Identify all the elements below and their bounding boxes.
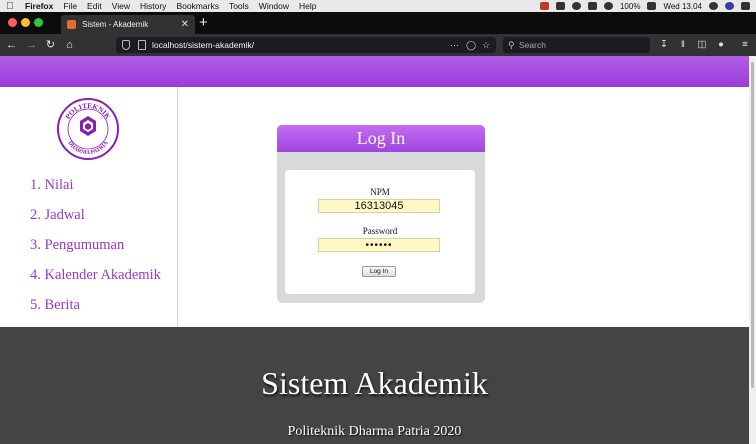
menu-clock[interactable]: Wed 13.04 [663, 2, 702, 11]
new-tab-icon[interactable]: + [199, 14, 208, 32]
menu-view[interactable]: View [107, 0, 135, 12]
control-center-icon[interactable] [741, 2, 750, 10]
menu-bookmarks[interactable]: Bookmarks [171, 0, 224, 12]
nav-item-pengumuman[interactable]: 3. Pengumuman [30, 230, 161, 260]
menu-history[interactable]: History [135, 0, 171, 12]
home-icon[interactable]: ⌂ [62, 37, 77, 53]
main-nav: 1. Nilai 2. Jadwal 3. Pengumuman 4. Kale… [30, 170, 161, 320]
ellipsis-icon[interactable]: ⋯ [450, 37, 459, 53]
hamburger-menu-icon[interactable]: ≡ [738, 37, 752, 53]
tracking-shield-icon[interactable] [122, 40, 130, 50]
browser-toolbar: ← → ↻ ⌂ localhost/sistem-akademik/ ⋯ ◯ ☆… [0, 34, 756, 56]
app-status-icon[interactable] [539, 2, 549, 10]
footer-title: Sistem Akademik [261, 365, 488, 401]
browser-tab-active[interactable]: Sistem - Akademik ✕ [61, 15, 195, 34]
menu-window[interactable]: Window [254, 0, 294, 12]
login-form: NPM Password Log In [285, 170, 475, 294]
battery-icon[interactable] [647, 2, 657, 10]
menu-app-name[interactable]: Firefox [20, 0, 58, 12]
reload-icon[interactable]: ↻ [43, 37, 58, 53]
spotlight-search-icon[interactable] [709, 2, 718, 10]
tab-title: Sistem - Akademik [82, 20, 149, 29]
back-arrow-icon[interactable]: ← [4, 37, 19, 53]
download-icon[interactable]: ↧ [657, 37, 671, 53]
login-title: Log In [277, 125, 485, 152]
user-avatar-icon[interactable] [725, 2, 734, 10]
bluetooth-icon[interactable] [571, 2, 581, 10]
account-icon[interactable]: ● [714, 37, 728, 53]
page-info-icon[interactable] [138, 40, 146, 50]
nav-item-nilai[interactable]: 1. Nilai [30, 170, 161, 200]
close-tab-icon[interactable]: ✕ [181, 19, 189, 30]
sidebar: POLITEKNIK DHARMA PATRIA 1. Nilai 2. Jad… [0, 87, 178, 327]
star-icon[interactable]: ☆ [482, 37, 490, 53]
forward-arrow-icon[interactable]: → [24, 37, 39, 53]
search-icon: ⚲ [508, 40, 515, 50]
url-text[interactable]: localhost/sistem-akademik/ [152, 37, 254, 53]
nav-item-jadwal[interactable]: 2. Jadwal [30, 200, 161, 230]
battery-percent: 100% [619, 1, 641, 11]
password-field[interactable] [318, 238, 440, 252]
menu-help[interactable]: Help [294, 0, 321, 12]
search-bar[interactable]: ⚲ [503, 37, 650, 53]
window-minimize-button[interactable] [21, 18, 30, 27]
menu-tools[interactable]: Tools [224, 0, 254, 12]
window-zoom-button[interactable] [34, 18, 43, 27]
npm-field[interactable] [318, 199, 440, 213]
wifi-icon[interactable] [587, 2, 597, 10]
npm-label: NPM [370, 187, 390, 197]
page-viewport: POLITEKNIK DHARMA PATRIA 1. Nilai 2. Jad… [0, 56, 749, 444]
nav-item-berita[interactable]: 5. Berita [30, 290, 161, 320]
menu-file[interactable]: File [58, 0, 82, 12]
display-icon[interactable] [555, 2, 565, 10]
header-band [0, 56, 749, 87]
password-label: Password [362, 226, 398, 236]
library-icon[interactable]: ‖ [676, 37, 690, 53]
menu-edit[interactable]: Edit [82, 0, 107, 12]
site-favicon-icon [67, 20, 76, 29]
footer-subtitle: Politeknik Dharma Patria 2020 [287, 424, 462, 439]
footer: Sistem Akademik Politeknik Dharma Patria… [0, 327, 749, 444]
window-close-button[interactable] [8, 18, 17, 27]
pocket-icon[interactable]: ◯ [466, 37, 476, 53]
login-button[interactable]: Log In [362, 266, 396, 277]
status-area: 100% Wed 13.04 [539, 0, 750, 12]
os-menu-bar:  Firefox File Edit View History Bookmar… [0, 0, 756, 12]
apple-menu-icon[interactable]:  [0, 1, 20, 12]
url-bar[interactable]: localhost/sistem-akademik/ ⋯ ◯ ☆ [116, 37, 496, 53]
browser-tab-strip: Sistem - Akademik ✕ + [0, 12, 756, 34]
nav-item-kalender-akademik[interactable]: 4. Kalender Akademik [30, 260, 161, 290]
page-scrollbar[interactable] [749, 56, 756, 444]
sidebar-icon[interactable]: ◫ [695, 37, 709, 53]
volume-icon[interactable] [603, 2, 613, 10]
scrollbar-thumb[interactable] [751, 62, 754, 388]
search-input[interactable] [519, 37, 644, 53]
login-card: Log In NPM Password Log In [277, 125, 485, 303]
politeknik-logo: POLITEKNIK DHARMA PATRIA [57, 98, 119, 160]
